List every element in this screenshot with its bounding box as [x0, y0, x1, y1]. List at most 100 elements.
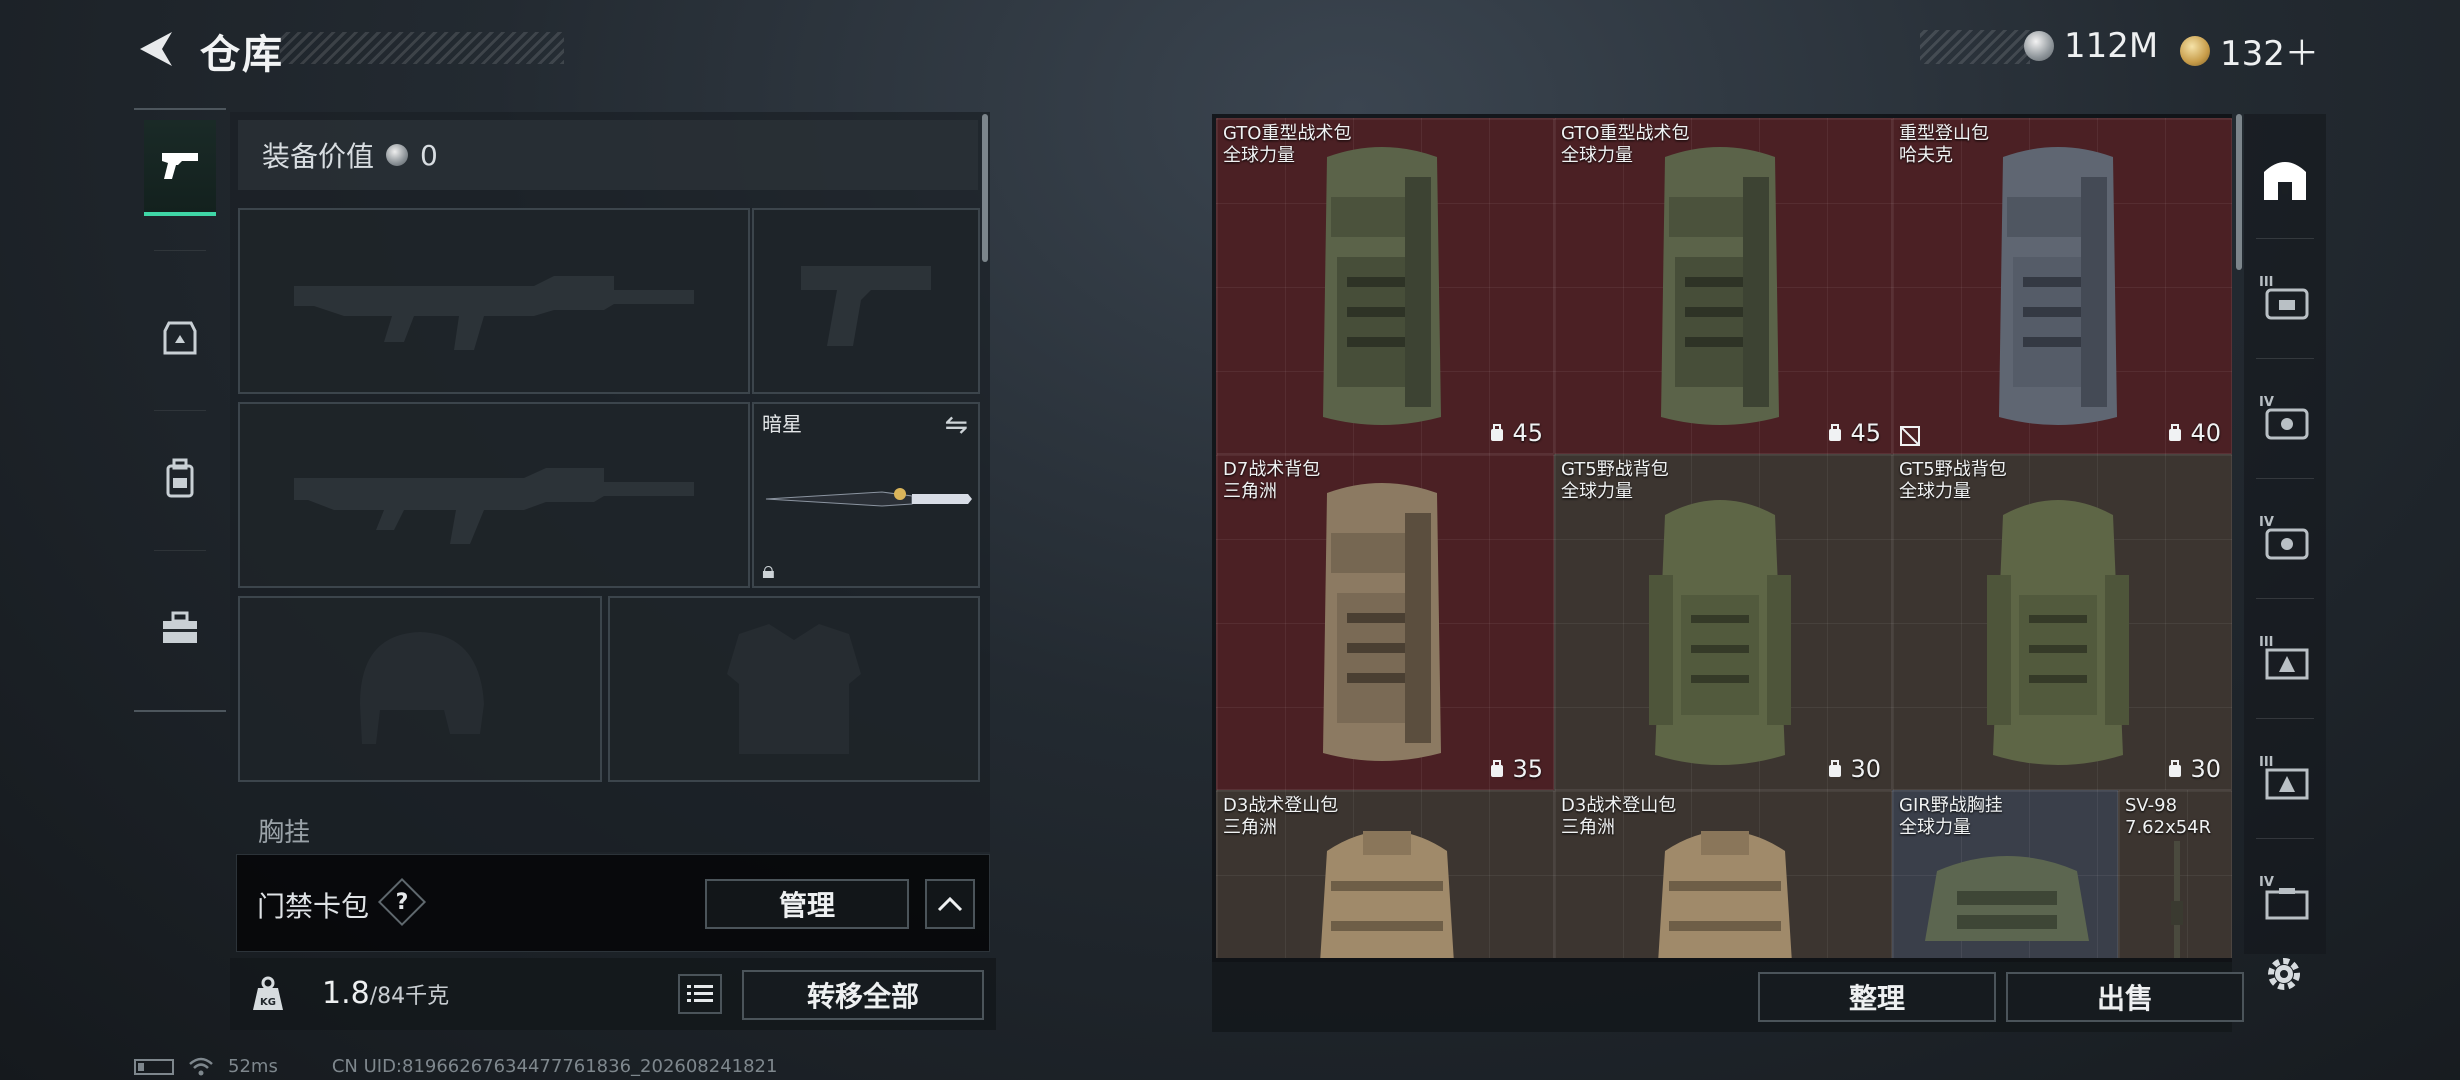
- vest-silhouette-icon: [727, 624, 861, 754]
- stash-item[interactable]: D3战术登山包 三角洲: [1216, 790, 1554, 958]
- stash-item[interactable]: D7战术背包 三角洲 35: [1216, 454, 1554, 790]
- currency-silver[interactable]: 112M: [2024, 26, 2158, 66]
- chest-rig-label: 胸挂: [258, 818, 311, 848]
- primary-weapon-slot[interactable]: [238, 208, 750, 394]
- gold-amount: 132＋: [2220, 34, 2319, 74]
- toolbox-icon: [163, 611, 197, 643]
- filter-tier4-case[interactable]: IV: [2254, 842, 2316, 952]
- back-arrow-icon[interactable]: [132, 26, 178, 72]
- no-insurance-icon: [1900, 426, 1920, 446]
- silver-coin-icon: [2024, 31, 2054, 61]
- rail-tab-backpack[interactable]: [144, 430, 216, 526]
- title-decoration: [280, 32, 564, 64]
- filter-tier3-vest-2[interactable]: III: [2254, 722, 2316, 832]
- list-view-button[interactable]: [678, 974, 722, 1014]
- pistol-silhouette-icon: [801, 266, 931, 346]
- access-card-bar: 门禁卡包 ? 管理: [236, 854, 990, 952]
- item-label: D3战术登山包 三角洲: [1561, 795, 1677, 838]
- rail-tab-tools[interactable]: [144, 580, 216, 676]
- item-label: GIR野战胸挂 全球力量: [1899, 795, 2003, 838]
- stash-item[interactable]: GT5野战背包 全球力量 30: [1892, 454, 2232, 790]
- sell-button[interactable]: 出售: [2006, 972, 2244, 1022]
- item-label: 重型登山包 哈夫克: [1899, 123, 1989, 166]
- svg-text:IV: IV: [2259, 395, 2274, 410]
- field-backpack-image: [1987, 500, 2129, 765]
- rail-tab-weapons[interactable]: [144, 120, 216, 216]
- svg-text:KG: KG: [260, 997, 276, 1008]
- stash-item[interactable]: SV-98 7.62x54R: [2118, 790, 2232, 958]
- knife-image: [765, 488, 972, 507]
- svg-text:IV: IV: [2259, 875, 2274, 890]
- stash-panel: GTO重型战术包 全球力量 45 GTO重型战术包 全球力量 45 重型登山包 …: [1212, 114, 2232, 962]
- rifle-silhouette-icon: [294, 276, 694, 350]
- settings-gear-icon[interactable]: [2262, 952, 2306, 996]
- stash-item[interactable]: GT5野战背包 全球力量 30: [1554, 454, 1892, 790]
- stash-item[interactable]: GIR野战胸挂 全球力量: [1892, 790, 2118, 958]
- help-icon[interactable]: ?: [385, 885, 419, 919]
- transfer-all-button[interactable]: 转移全部: [742, 970, 984, 1020]
- svg-text:III: III: [2259, 755, 2274, 770]
- melee-name: 暗星: [762, 412, 802, 436]
- item-capacity: 40: [2166, 419, 2221, 447]
- tier4-backpack-icon: IV: [2259, 515, 2309, 560]
- stash-item[interactable]: 重型登山包 哈夫克 40: [1892, 118, 2232, 454]
- stash-grid: GTO重型战术包 全球力量 45 GTO重型战术包 全球力量 45 重型登山包 …: [1216, 118, 2232, 958]
- item-capacity: 45: [1488, 419, 1543, 447]
- backpack-capacity-icon: [1829, 424, 1842, 441]
- chest-rig-image: [1925, 856, 2089, 941]
- weight-kg-icon: KG: [253, 976, 283, 1010]
- tier3-backpack-icon: III: [2259, 275, 2309, 320]
- tactical-backpack-image: [1661, 147, 1779, 425]
- tactical-backpack-image: [1323, 147, 1441, 425]
- item-label: D7战术背包 三角洲: [1223, 459, 1321, 502]
- loadout-scrollbar[interactable]: [982, 114, 988, 262]
- tier4-case-icon: IV: [2259, 875, 2309, 920]
- item-capacity: 45: [1826, 419, 1881, 447]
- swap-icon[interactable]: ⇋: [945, 408, 968, 441]
- item-capacity: 30: [2166, 755, 2221, 783]
- access-card-label: 门禁卡包: [257, 890, 370, 923]
- helmet-slot[interactable]: [238, 596, 602, 782]
- filter-tier4-backpack[interactable]: IV: [2254, 362, 2316, 472]
- tier3-vest-icon: III: [2259, 755, 2309, 800]
- loadout-panel: 装备价值 0 暗星 ⇋ 🔒︎ 胸挂: [230, 112, 990, 852]
- stash-action-bar: 整理 出售: [1212, 962, 2244, 1032]
- pistol-slot[interactable]: [752, 208, 980, 394]
- user-uid: CN UID:81966267634477761836_202608241821: [331, 1056, 778, 1077]
- currency-gold[interactable]: 132＋: [2180, 26, 2319, 75]
- filter-tier3-vest[interactable]: III: [2254, 602, 2316, 712]
- silver-coin-icon: [386, 144, 409, 166]
- filter-all[interactable]: [2254, 124, 2316, 234]
- melee-slot[interactable]: 暗星 ⇋ 🔒︎: [752, 402, 980, 588]
- secondary-weapon-slot[interactable]: [238, 402, 750, 588]
- stash-item[interactable]: GTO重型战术包 全球力量 45: [1554, 118, 1892, 454]
- filter-tier4-backpack-2[interactable]: IV: [2254, 482, 2316, 592]
- weight-current: 1.8: [322, 976, 370, 1011]
- wifi-icon: [189, 1057, 213, 1075]
- stash-item[interactable]: D3战术登山包 三角洲: [1554, 790, 1892, 958]
- item-label: GTO重型战术包 全球力量: [1561, 123, 1690, 166]
- stash-scrollbar[interactable]: [2236, 114, 2242, 270]
- tactical-backpack-image: [1323, 483, 1441, 761]
- stash-item[interactable]: GTO重型战术包 全球力量 45: [1216, 118, 1554, 454]
- expand-button[interactable]: [925, 879, 975, 929]
- helmet-silhouette-icon: [360, 632, 484, 744]
- sort-button[interactable]: 整理: [1758, 972, 1996, 1022]
- body-armor-slot[interactable]: [608, 596, 980, 782]
- mountaineering-backpack-image: [1999, 147, 2117, 425]
- svg-text:III: III: [2259, 275, 2274, 290]
- svg-text:III: III: [2259, 635, 2274, 650]
- ping-value: 52ms: [228, 1056, 278, 1077]
- backpack-capacity-icon: [1491, 760, 1504, 777]
- equipment-value-header: 装备价值 0: [238, 120, 978, 190]
- weight-bar: KG 1.8/84千克 转移全部: [230, 958, 996, 1030]
- filter-tier3-backpack[interactable]: III: [2254, 242, 2316, 352]
- lock-icon: 🔒︎: [762, 556, 775, 584]
- pistol-icon: [162, 153, 198, 179]
- all-items-icon: [2264, 162, 2306, 200]
- weight-max: /84千克: [369, 984, 450, 1009]
- rail-tab-armor[interactable]: [144, 290, 216, 386]
- filter-rail: III IV IV III III IV: [2244, 114, 2326, 954]
- page-title: 仓库: [200, 32, 284, 78]
- manage-button[interactable]: 管理: [705, 879, 909, 929]
